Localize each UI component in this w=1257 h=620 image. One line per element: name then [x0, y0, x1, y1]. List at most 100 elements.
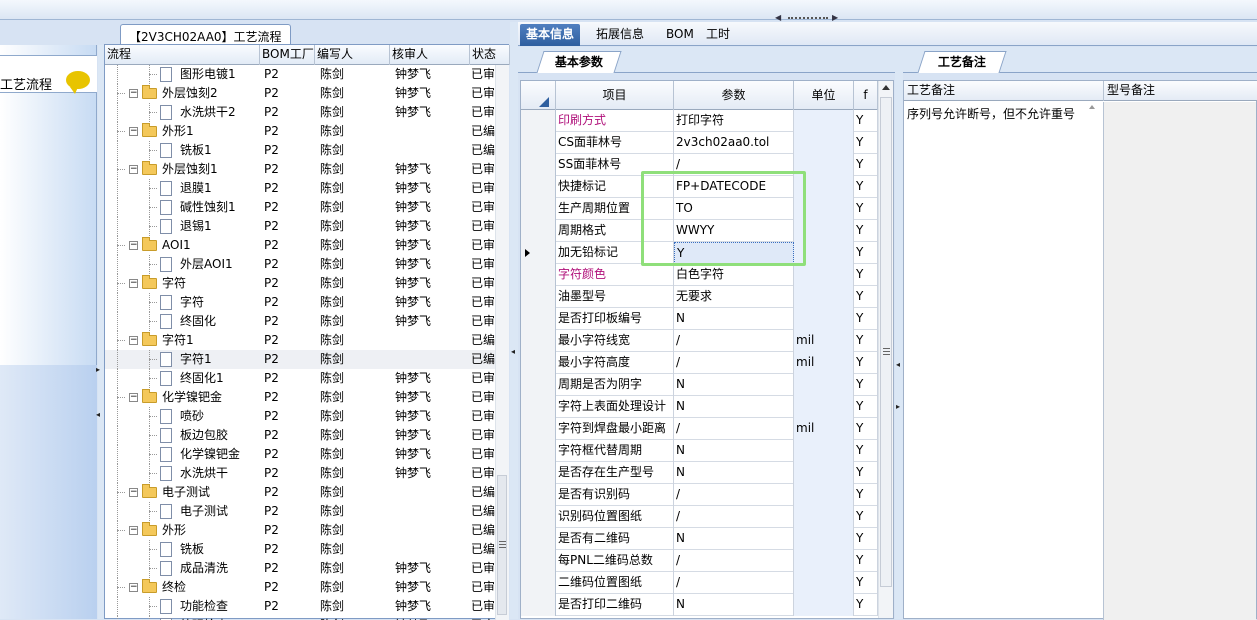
param-row[interactable]: CS面菲林号 2v3ch02aa0.tol Y [521, 132, 878, 154]
param-unit-cell[interactable] [794, 374, 854, 396]
param-value-cell[interactable]: / [674, 352, 794, 374]
param-row[interactable]: 加无铅标记 Y Y [521, 242, 878, 264]
collapse-icon[interactable]: − [129, 165, 138, 174]
param-unit-cell[interactable] [794, 594, 854, 616]
param-flag-cell[interactable]: Y [854, 264, 878, 286]
tree-row[interactable]: − 外形1 P2 陈剑 已编 [105, 122, 495, 141]
tree-node[interactable]: 终固化 [105, 312, 260, 331]
row-indicator[interactable] [521, 198, 556, 220]
column-header-process-remark[interactable]: 工艺备注 [904, 81, 1104, 101]
tree-row[interactable]: 喷砂 P2 陈剑 钟梦飞 已审 [105, 407, 495, 426]
row-indicator[interactable] [521, 572, 556, 594]
row-indicator[interactable] [521, 506, 556, 528]
tree-node[interactable]: 成品清洗 [105, 559, 260, 578]
collapse-icon[interactable]: − [129, 583, 138, 592]
row-indicator[interactable] [521, 440, 556, 462]
param-row[interactable]: 周期是否为阴字 N Y [521, 374, 878, 396]
param-flag-cell[interactable]: Y [854, 462, 878, 484]
grid-scrollbar-thumb[interactable] [880, 97, 892, 587]
param-value-cell[interactable]: / [674, 572, 794, 594]
collapse-icon[interactable]: − [129, 488, 138, 497]
param-value-cell[interactable]: N [674, 528, 794, 550]
param-flag-cell[interactable]: Y [854, 198, 878, 220]
row-indicator[interactable] [521, 352, 556, 374]
tree-node[interactable]: − 字符1 [105, 331, 260, 350]
tree-node[interactable]: 字符1 [105, 350, 260, 369]
collapse-icon[interactable]: − [129, 89, 138, 98]
param-unit-cell[interactable] [794, 286, 854, 308]
param-unit-cell[interactable] [794, 506, 854, 528]
param-row[interactable]: SS面菲林号 / Y [521, 154, 878, 176]
tree-row[interactable]: − 字符 P2 陈剑 钟梦飞 已审 [105, 274, 495, 293]
param-unit-cell[interactable] [794, 308, 854, 330]
tree-row[interactable]: − 字符1 P2 陈剑 已编 [105, 331, 495, 350]
row-indicator[interactable] [521, 308, 556, 330]
tree-row[interactable]: 碱性蚀刻1 P2 陈剑 钟梦飞 已审 [105, 198, 495, 217]
tree-row[interactable]: − 化学镍钯金 P2 陈剑 钟梦飞 已审 [105, 388, 495, 407]
tree-row[interactable]: − 终检 P2 陈剑 钟梦飞 已审 [105, 578, 495, 597]
tree-node[interactable]: 字符 [105, 293, 260, 312]
tree-row[interactable]: 水洗烘干2 P2 陈剑 钟梦飞 已审 [105, 103, 495, 122]
param-unit-cell[interactable] [794, 550, 854, 572]
param-value-cell[interactable]: / [674, 154, 794, 176]
chevron-left-icon[interactable]: ◂ [96, 410, 100, 419]
tree-node[interactable]: 退锡1 [105, 217, 260, 236]
param-unit-cell[interactable]: mil [794, 352, 854, 374]
param-row[interactable]: 是否打印二维码 N Y [521, 594, 878, 616]
param-row[interactable]: 字符颜色 白色字符 Y [521, 264, 878, 286]
param-value-cell[interactable]: FP+DATECODE [674, 176, 794, 198]
param-value-cell[interactable]: N [674, 374, 794, 396]
param-flag-cell[interactable]: Y [854, 110, 878, 132]
param-value-cell[interactable]: 无要求 [674, 286, 794, 308]
tree-node[interactable]: 铣板 [105, 540, 260, 559]
subtab-basic-params[interactable]: 基本参数 [536, 51, 622, 73]
param-unit-cell[interactable] [794, 242, 854, 264]
param-row[interactable]: 字符到焊盘最小距离 / mil Y [521, 418, 878, 440]
param-row[interactable]: 是否存在生产型号 N Y [521, 462, 878, 484]
param-value-cell[interactable]: 白色字符 [674, 264, 794, 286]
column-header-bom[interactable]: BOM工厂 [260, 45, 315, 65]
param-unit-cell[interactable] [794, 110, 854, 132]
tree-row[interactable]: 板边包胶 P2 陈剑 钟梦飞 已审 [105, 426, 495, 445]
tree-node[interactable]: 喷砂 [105, 407, 260, 426]
param-row[interactable]: 二维码位置图纸 / Y [521, 572, 878, 594]
tree-node[interactable]: 外观检查 [105, 616, 260, 620]
chevron-left-icon[interactable]: ◂ [896, 360, 900, 369]
tree-node[interactable]: − 字符 [105, 274, 260, 293]
param-flag-cell[interactable]: Y [854, 220, 878, 242]
param-value-cell[interactable]: / [674, 550, 794, 572]
param-flag-cell[interactable]: Y [854, 154, 878, 176]
tree-row[interactable]: 终固化1 P2 陈剑 钟梦飞 已审 [105, 369, 495, 388]
collapse-icon[interactable]: − [129, 241, 138, 250]
tree-row[interactable]: 电子测试 P2 陈剑 已编 [105, 502, 495, 521]
param-value-cell[interactable]: / [674, 418, 794, 440]
row-indicator[interactable] [521, 110, 556, 132]
param-row[interactable]: 是否打印板编号 N Y [521, 308, 878, 330]
tree-node[interactable]: 碱性蚀刻1 [105, 198, 260, 217]
nav-item-process-flow[interactable]: 工艺流程 [0, 55, 97, 94]
param-value-cell[interactable]: 打印字符 [674, 110, 794, 132]
collapse-icon[interactable]: − [129, 279, 138, 288]
tab-work-hours[interactable]: 工时 [700, 24, 736, 46]
param-unit-cell[interactable] [794, 528, 854, 550]
chevron-left-icon[interactable]: ◂ [511, 347, 515, 356]
process-remark-cell[interactable]: 序列号允许断号，但不允许重号 [904, 102, 1104, 620]
param-flag-cell[interactable]: Y [854, 550, 878, 572]
param-unit-cell[interactable] [794, 220, 854, 242]
tree-row[interactable]: 外观检查 P2 陈剑 钟梦飞已审 [105, 616, 495, 620]
tree-node[interactable]: 板边包胶 [105, 426, 260, 445]
tree-row[interactable]: 字符 P2 陈剑 钟梦飞 已审 [105, 293, 495, 312]
tab-extended-info[interactable]: 拓展信息 [590, 24, 650, 46]
row-indicator[interactable] [521, 286, 556, 308]
collapse-icon[interactable]: − [129, 393, 138, 402]
param-unit-cell[interactable] [794, 132, 854, 154]
chevron-right-icon[interactable]: ▶ [832, 13, 838, 22]
param-value-cell[interactable]: Y [674, 242, 794, 264]
tree-node[interactable]: 图形电镀1 [105, 65, 260, 84]
tree-row[interactable]: 成品清洗 P2 陈剑 钟梦飞 已审 [105, 559, 495, 578]
param-value-cell[interactable]: N [674, 594, 794, 616]
param-row[interactable]: 生产周期位置 TO Y [521, 198, 878, 220]
param-value-cell[interactable]: N [674, 396, 794, 418]
param-unit-cell[interactable] [794, 484, 854, 506]
tree-node[interactable]: 功能检查 [105, 597, 260, 616]
